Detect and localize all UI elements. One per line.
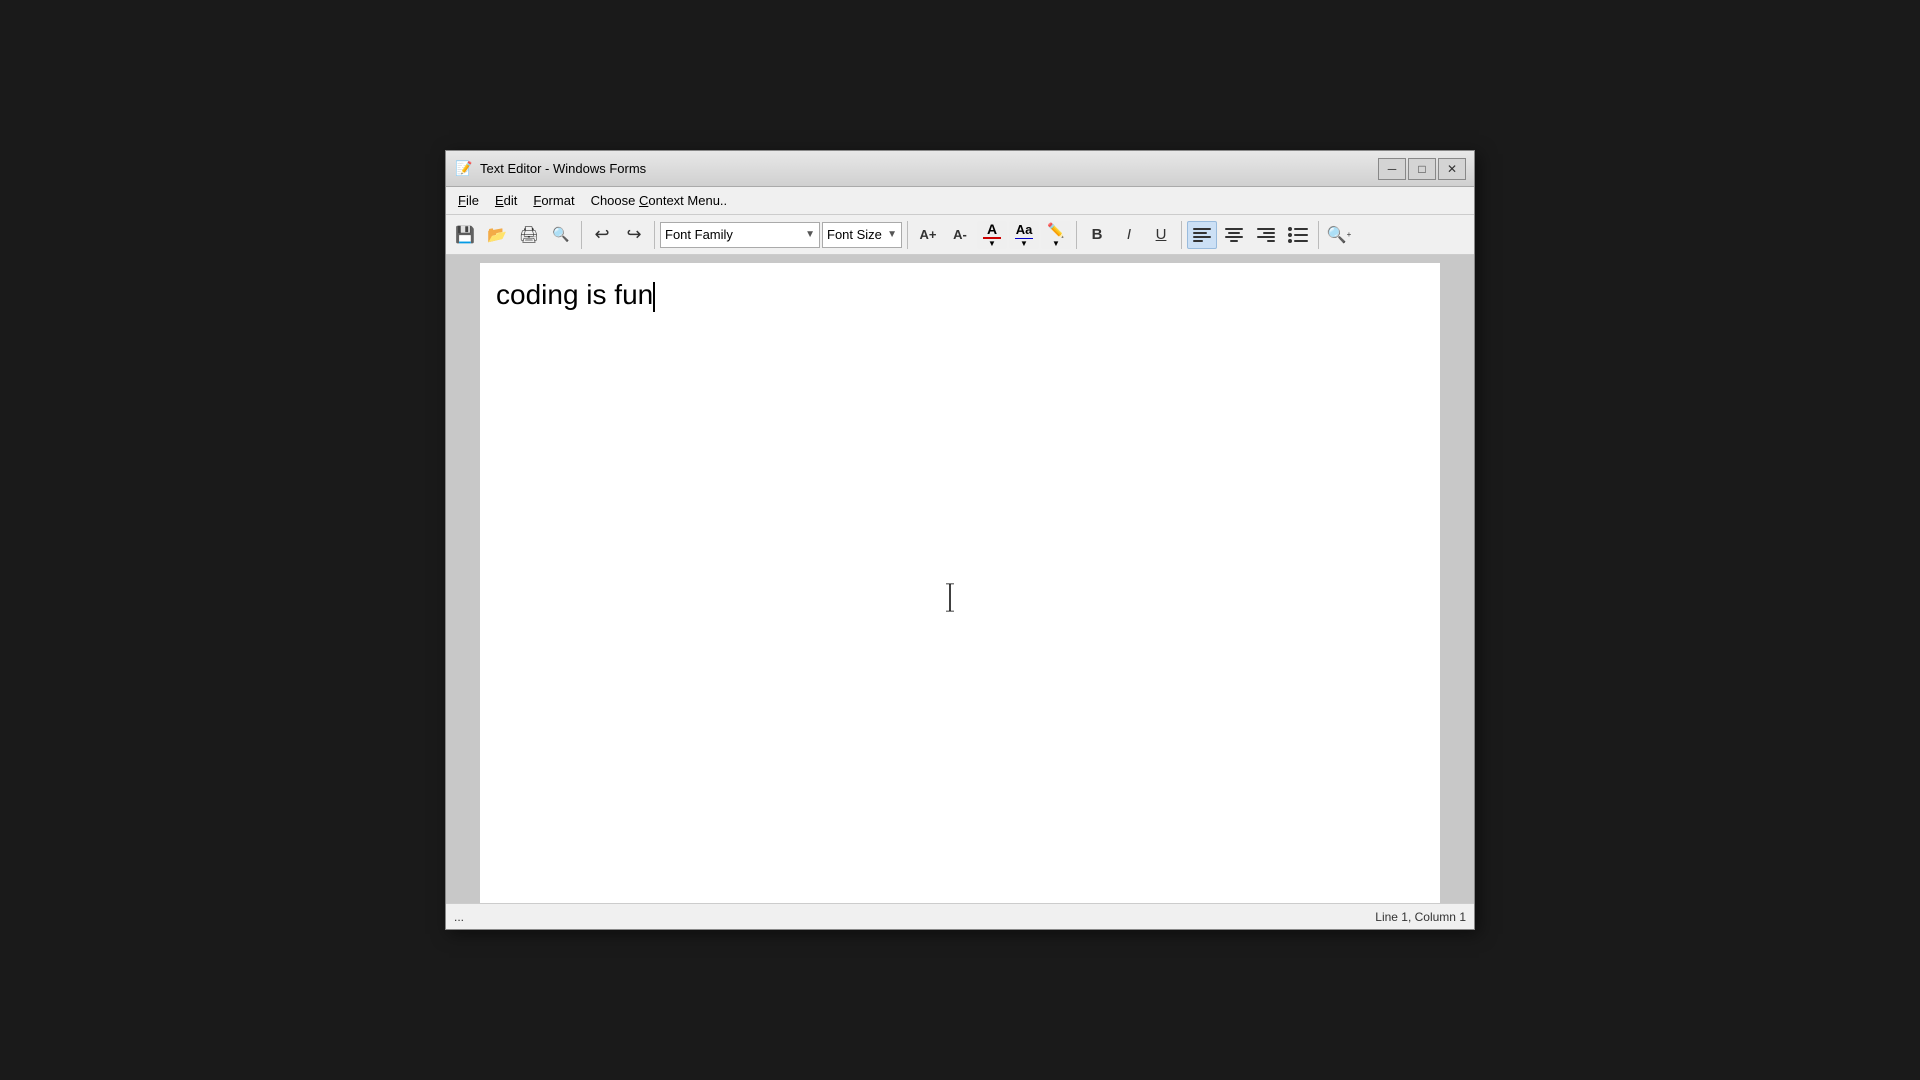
window-controls: ─ □ ✕ [1378, 158, 1466, 180]
print-preview-button[interactable]: 🔍 [546, 221, 576, 249]
zoom-dropdown-arrow: + [1347, 230, 1352, 239]
undo-icon: ↩ [594, 224, 609, 245]
menu-format-label: Format [533, 193, 574, 208]
zoom-button[interactable]: 🔍 + [1324, 221, 1354, 249]
print-button[interactable]: 🖨 [514, 221, 544, 249]
font-family-arrow: ▼ [805, 229, 815, 240]
editor-container: coding is fun [446, 255, 1474, 903]
title-bar: 📝 Text Editor - Windows Forms ─ □ ✕ [446, 151, 1474, 187]
open-icon: 📂 [487, 225, 507, 245]
align-left-icon [1190, 225, 1214, 245]
open-button[interactable]: 📂 [482, 221, 512, 249]
redo-icon: ↪ [626, 224, 641, 245]
bold-button[interactable]: B [1082, 221, 1112, 249]
underline-label: U [1156, 226, 1167, 243]
font-increase-label: A+ [920, 227, 937, 242]
font-decrease-button[interactable]: A- [945, 221, 975, 249]
separator-3 [907, 221, 908, 249]
menu-file[interactable]: File [450, 190, 487, 212]
font-size-value: Font Size [827, 227, 882, 242]
highlight-button[interactable]: ✏️ ▼ [1041, 221, 1071, 249]
bold-label: B [1092, 226, 1103, 243]
separator-4 [1076, 221, 1077, 249]
minimize-button[interactable]: ─ [1378, 158, 1406, 180]
status-left: ... [454, 910, 1375, 924]
separator-6 [1318, 221, 1319, 249]
bullet-list-button[interactable] [1283, 221, 1313, 249]
zoom-icon: 🔍 [1327, 225, 1347, 245]
highlight-dropdown-arrow: ▼ [1052, 240, 1060, 248]
maximize-button[interactable]: □ [1408, 158, 1436, 180]
align-right-button[interactable] [1251, 221, 1281, 249]
menu-context-label: Choose Context Menu.. [591, 193, 728, 208]
text-cursor [653, 282, 655, 312]
italic-button[interactable]: I [1114, 221, 1144, 249]
toolbar: 💾 📂 🖨 🔍 ↩ ↪ Font Family ▼ Fo [446, 215, 1474, 255]
separator-5 [1181, 221, 1182, 249]
menu-file-label: File [458, 193, 479, 208]
menu-edit-label: Edit [495, 193, 517, 208]
save-icon: 💾 [455, 225, 475, 245]
align-right-icon [1254, 225, 1278, 245]
redo-button[interactable]: ↪ [619, 221, 649, 249]
menu-edit[interactable]: Edit [487, 190, 525, 212]
menu-bar: File Edit Format Choose Context Menu.. [446, 187, 1474, 215]
window-icon: 📝 [454, 159, 474, 179]
align-center-icon [1222, 225, 1246, 245]
font-color-button[interactable]: A ▼ [977, 221, 1007, 249]
editor-text: coding is fun [496, 279, 653, 310]
font-size-combo[interactable]: Font Size ▼ [822, 222, 902, 248]
case-label: Aa [1016, 222, 1033, 237]
separator-1 [581, 221, 582, 249]
font-color-dropdown-arrow: ▼ [988, 240, 996, 248]
font-size-arrow: ▼ [887, 229, 897, 240]
align-left-button[interactable] [1187, 221, 1217, 249]
editor-content[interactable]: coding is fun [496, 279, 1424, 879]
align-center-button[interactable] [1219, 221, 1249, 249]
font-decrease-label: A- [953, 227, 967, 242]
editor-scroll[interactable]: coding is fun [446, 255, 1474, 903]
font-family-value: Font Family [665, 227, 733, 242]
font-family-combo[interactable]: Font Family ▼ [660, 222, 820, 248]
save-button[interactable]: 💾 [450, 221, 480, 249]
main-window: 📝 Text Editor - Windows Forms ─ □ ✕ File… [445, 150, 1475, 930]
separator-2 [654, 221, 655, 249]
print-preview-icon: 🔍 [552, 226, 569, 243]
undo-button[interactable]: ↩ [587, 221, 617, 249]
underline-button[interactable]: U [1146, 221, 1176, 249]
editor-page: coding is fun [480, 263, 1440, 903]
italic-label: I [1127, 226, 1131, 243]
bullet-list-icon [1285, 224, 1311, 246]
font-increase-button[interactable]: A+ [913, 221, 943, 249]
status-right: Line 1, Column 1 [1375, 910, 1466, 924]
window-title: Text Editor - Windows Forms [480, 161, 1378, 176]
status-bar: ... Line 1, Column 1 [446, 903, 1474, 929]
case-button[interactable]: Aa ▼ [1009, 221, 1039, 249]
case-dropdown-arrow: ▼ [1020, 240, 1028, 248]
print-icon: 🖨 [519, 225, 539, 245]
menu-format[interactable]: Format [525, 190, 582, 212]
close-button[interactable]: ✕ [1438, 158, 1466, 180]
menu-context[interactable]: Choose Context Menu.. [583, 190, 736, 212]
highlight-icon: ✏️ [1047, 222, 1064, 239]
font-color-letter: A [987, 222, 997, 236]
